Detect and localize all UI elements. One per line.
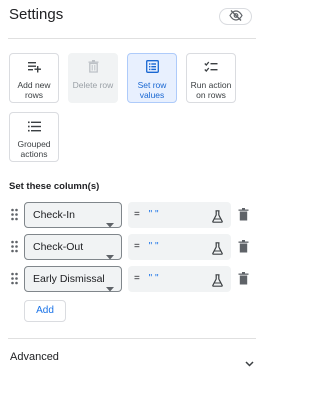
- operator: =: [134, 209, 140, 220]
- grouped-actions-label: Grouped actions: [17, 139, 51, 159]
- list-icon: [27, 119, 41, 137]
- delete-row-label: Delete row: [72, 80, 114, 90]
- column-row: Check-In = " ": [0, 202, 256, 228]
- value-expression-field[interactable]: = " ": [128, 202, 231, 228]
- set-columns-heading: Set these column(s): [9, 181, 100, 192]
- settings-header: Settings: [0, 0, 256, 32]
- visibility-toggle[interactable]: [219, 8, 252, 25]
- set-row-values-button[interactable]: Set row values: [127, 53, 177, 103]
- add-list-icon: [27, 60, 41, 78]
- flask-icon[interactable]: [212, 272, 223, 298]
- delete-row-icon[interactable]: [238, 208, 249, 226]
- chevron-down-icon[interactable]: [245, 354, 254, 372]
- advanced-section-toggle[interactable]: Advanced: [10, 351, 59, 363]
- checklist-icon: [204, 60, 218, 78]
- trash-icon: [88, 60, 99, 78]
- add-new-rows-label: Add new rows: [17, 80, 51, 100]
- column-select-value: Early Dismissal: [33, 273, 105, 285]
- operator: =: [134, 273, 140, 284]
- form-icon: [145, 60, 159, 78]
- flask-icon[interactable]: [212, 240, 223, 266]
- expression-value: " ": [148, 241, 159, 252]
- run-action-on-rows-label: Run action on rows: [190, 80, 232, 100]
- dropdown-arrow-icon: [106, 277, 114, 301]
- run-action-on-rows-button[interactable]: Run action on rows: [186, 53, 236, 103]
- column-select[interactable]: Check-Out: [24, 234, 122, 260]
- column-select[interactable]: Check-In: [24, 202, 122, 228]
- delete-row-icon[interactable]: [238, 272, 249, 290]
- delete-row-icon[interactable]: [238, 240, 249, 258]
- column-row: Early Dismissal = " ": [0, 266, 256, 292]
- delete-row-button[interactable]: Delete row: [68, 53, 118, 103]
- drag-handle-icon[interactable]: [11, 272, 18, 290]
- advanced-divider: [8, 338, 256, 339]
- add-column-button[interactable]: Add: [24, 300, 66, 322]
- add-new-rows-button[interactable]: Add new rows: [9, 53, 59, 103]
- operator: =: [134, 241, 140, 252]
- expression-value: " ": [148, 209, 159, 220]
- drag-handle-icon[interactable]: [11, 240, 18, 258]
- header-divider: [8, 38, 256, 39]
- column-select-value: Check-In: [33, 209, 76, 221]
- grouped-actions-button[interactable]: Grouped actions: [9, 112, 59, 162]
- drag-handle-icon[interactable]: [11, 208, 18, 226]
- page-title: Settings: [9, 6, 64, 23]
- value-expression-field[interactable]: = " ": [128, 266, 231, 292]
- column-select-value: Check-Out: [33, 241, 84, 253]
- expression-value: " ": [148, 273, 159, 284]
- set-row-values-label: Set row values: [137, 80, 167, 100]
- column-row: Check-Out = " ": [0, 234, 256, 260]
- visibility-off-icon: [228, 8, 243, 26]
- value-expression-field[interactable]: = " ": [128, 234, 231, 260]
- column-select[interactable]: Early Dismissal: [24, 266, 122, 292]
- flask-icon[interactable]: [212, 208, 223, 234]
